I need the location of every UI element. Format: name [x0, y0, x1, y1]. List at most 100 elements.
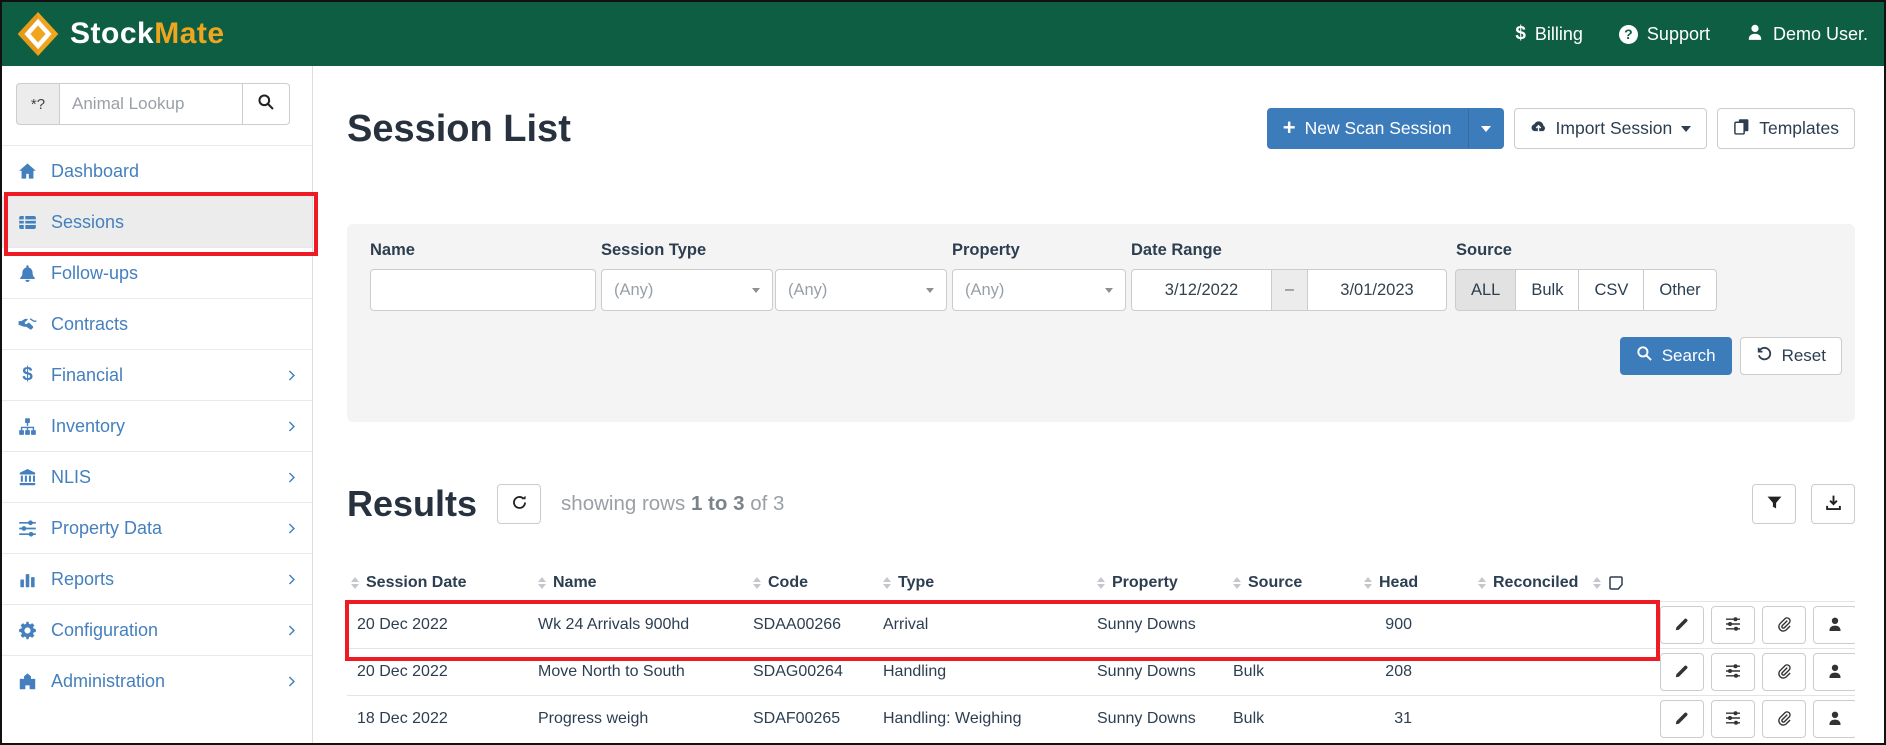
sidebar-item-follow-ups[interactable]: Follow-ups [2, 247, 312, 298]
assign-user-row-button[interactable] [1813, 700, 1855, 739]
column-header-reconciled[interactable]: Reconciled [1472, 564, 1587, 602]
search-icon [257, 93, 275, 116]
user-menu[interactable]: Demo User. [1746, 23, 1868, 46]
paperclip-icon [1776, 663, 1792, 682]
chevron-right-icon [285, 522, 298, 535]
sliders-icon [1725, 710, 1741, 729]
date-to-input[interactable] [1307, 269, 1447, 311]
sidebar-item-property-data[interactable]: Property Data [2, 502, 312, 553]
results-tools [1752, 484, 1855, 524]
column-header-code[interactable]: Code [747, 564, 877, 602]
sort-icon [1364, 576, 1372, 590]
table-row[interactable]: 20 Dec 2022 Wk 24 Arrivals 900hd SDAA002… [347, 601, 1855, 649]
caret-down-icon [752, 287, 760, 293]
pencil-icon [1674, 710, 1690, 729]
dollar-icon: $ [22, 364, 33, 385]
sidebar-item-nlis[interactable]: NLIS [2, 451, 312, 502]
cell-name: Wk 24 Arrivals 900hd [532, 601, 747, 649]
edit-row-button[interactable] [1660, 653, 1704, 692]
cell-notes [1587, 695, 1647, 743]
bank-icon [16, 468, 39, 487]
animal-lookup-search-button[interactable] [242, 83, 290, 125]
sidebar-item-administration[interactable]: Administration [2, 655, 312, 706]
cell-actions [1647, 695, 1855, 743]
adjust-row-button[interactable] [1711, 653, 1755, 692]
source-segmented-control: ALL Bulk CSV Other [1455, 269, 1717, 311]
cell-type: Handling: Weighing [877, 695, 1091, 743]
source-option-other[interactable]: Other [1643, 269, 1717, 311]
column-header-session-date[interactable]: Session Date [347, 564, 532, 602]
brand-logo[interactable]: StockMate [16, 10, 225, 58]
download-button[interactable] [1811, 484, 1855, 524]
table-row[interactable]: 18 Dec 2022 Progress weigh SDAF00265 Han… [347, 695, 1855, 743]
person-icon [1827, 616, 1843, 635]
sort-icon [351, 576, 359, 590]
cell-property: Sunny Downs [1091, 648, 1227, 696]
edit-row-button[interactable] [1660, 606, 1704, 645]
new-scan-session-label: New Scan Session [1304, 118, 1452, 138]
sessions-table: Session Date Name Code Type Property Sou… [347, 564, 1855, 743]
session-type-select[interactable]: (Any) [601, 269, 773, 311]
column-header-notes[interactable] [1587, 564, 1647, 602]
cell-reconciled [1472, 695, 1587, 743]
name-filter-group: Name [370, 241, 596, 311]
sidebar-item-financial[interactable]: $ Financial [2, 349, 312, 400]
new-scan-session-button[interactable]: + New Scan Session [1266, 108, 1468, 149]
search-button[interactable]: Search [1619, 337, 1732, 375]
filter-funnel-button[interactable] [1752, 484, 1796, 524]
column-header-source[interactable]: Source [1227, 564, 1358, 602]
assign-user-row-button[interactable] [1813, 606, 1855, 645]
cell-code: SDAG00264 [747, 648, 877, 696]
column-header-name[interactable]: Name [532, 564, 747, 602]
source-option-bulk[interactable]: Bulk [1515, 269, 1580, 311]
reset-button[interactable]: Reset [1739, 337, 1842, 375]
sidebar-item-dashboard[interactable]: Dashboard [2, 145, 312, 196]
sliders-icon [1725, 616, 1741, 635]
session-subtype-value: (Any) [788, 280, 828, 299]
property-select[interactable]: (Any) [952, 269, 1126, 311]
adjust-row-button[interactable] [1711, 606, 1755, 645]
filter-panel: Name Session Type (Any) (Any) Property (… [347, 224, 1855, 422]
sidebar-item-label: Financial [51, 364, 124, 385]
sidebar-item-label: Reports [51, 568, 115, 589]
attachments-row-button[interactable] [1762, 700, 1806, 739]
billing-link[interactable]: $ Billing [1515, 23, 1583, 45]
column-header-property[interactable]: Property [1091, 564, 1227, 602]
sliders-icon [1725, 663, 1741, 682]
sidebar-item-configuration[interactable]: Configuration [2, 604, 312, 655]
sidebar-item-inventory[interactable]: Inventory [2, 400, 312, 451]
templates-button[interactable]: Templates [1717, 108, 1855, 149]
assign-user-row-button[interactable] [1813, 653, 1855, 692]
attachments-row-button[interactable] [1762, 653, 1806, 692]
session-type-filter-label: Session Type [601, 241, 707, 259]
caret-down-icon [1105, 287, 1113, 293]
sidebar-item-contracts[interactable]: Contracts [2, 298, 312, 349]
cell-source: Bulk [1227, 695, 1358, 743]
sidebar-item-label: Configuration [51, 619, 159, 640]
property-filter-group: Property (Any) [952, 241, 1126, 311]
refresh-button[interactable] [497, 484, 542, 524]
plus-icon: + [1282, 114, 1296, 140]
table-row[interactable]: 20 Dec 2022 Move North to South SDAG0026… [347, 648, 1855, 696]
session-subtype-select[interactable]: (Any) [775, 269, 947, 311]
import-session-button[interactable]: Import Session [1513, 108, 1708, 149]
name-filter-input[interactable] [370, 269, 596, 311]
column-header-head[interactable]: Head [1358, 564, 1472, 602]
sidebar-item-sessions[interactable]: Sessions [2, 196, 312, 247]
session-type-value: (Any) [614, 280, 654, 299]
sidebar-item-label: Sessions [51, 211, 125, 232]
attachments-row-button[interactable] [1762, 606, 1806, 645]
support-link[interactable]: ? Support [1618, 23, 1710, 45]
adjust-row-button[interactable] [1711, 700, 1755, 739]
sidebar-item-reports[interactable]: Reports [2, 553, 312, 604]
cell-session-date: 20 Dec 2022 [347, 601, 532, 649]
column-header-type[interactable]: Type [877, 564, 1091, 602]
source-option-csv[interactable]: CSV [1578, 269, 1645, 311]
support-label: Support [1646, 23, 1710, 44]
animal-lookup-input[interactable] [59, 83, 243, 125]
source-option-all[interactable]: ALL [1455, 269, 1517, 311]
cell-actions [1647, 601, 1855, 649]
edit-row-button[interactable] [1660, 700, 1704, 739]
new-scan-session-dropdown-toggle[interactable] [1467, 108, 1504, 149]
date-from-input[interactable] [1131, 269, 1272, 311]
